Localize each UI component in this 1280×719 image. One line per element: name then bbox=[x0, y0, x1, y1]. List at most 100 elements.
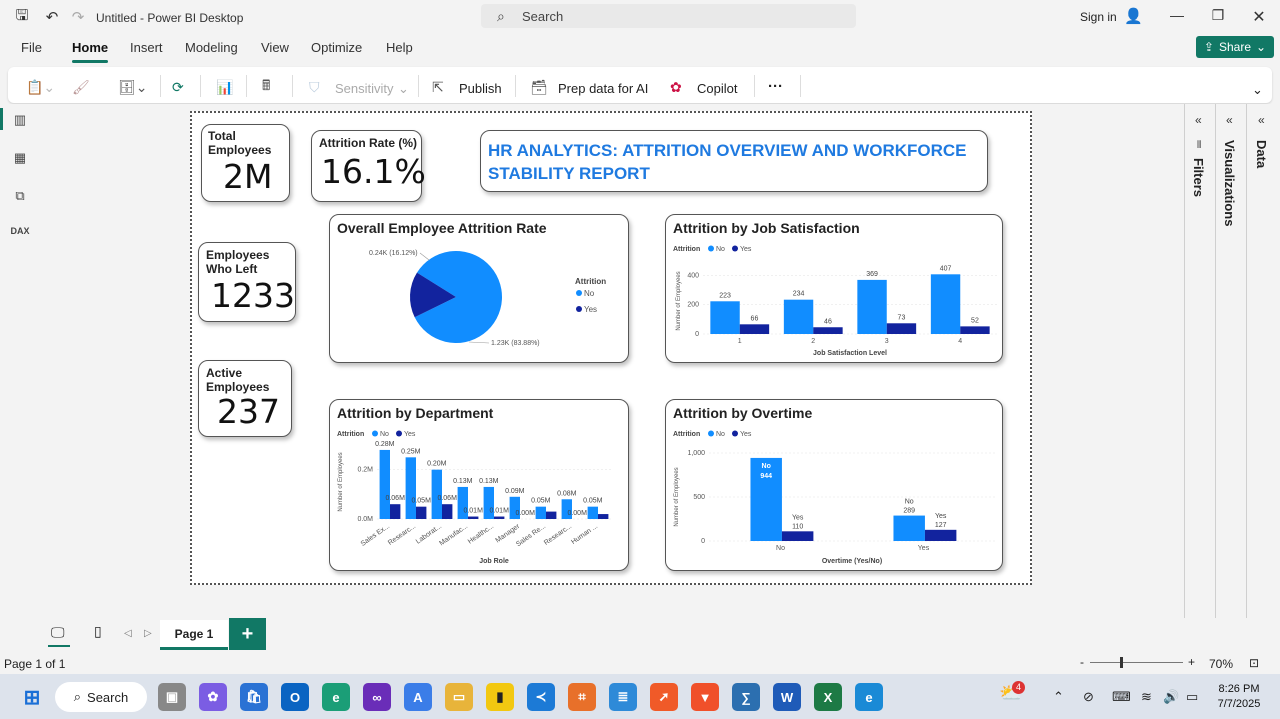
copilot-app-icon[interactable]: ✿ bbox=[199, 683, 227, 711]
ribbon-divider bbox=[292, 75, 293, 97]
report-view-icon[interactable]: ▥ bbox=[10, 112, 30, 132]
menu-modeling[interactable]: Modeling bbox=[185, 40, 238, 55]
store-icon[interactable]: 🛍 bbox=[240, 683, 268, 711]
network-off-icon[interactable]: ⊘ bbox=[1083, 689, 1094, 705]
model-view-icon[interactable]: ⧉ bbox=[10, 188, 30, 208]
undo-icon[interactable]: ↶ bbox=[42, 7, 62, 27]
new-visual-icon[interactable]: 📊 bbox=[216, 77, 233, 97]
clock[interactable]: 8:26 PM 7/7/2025 bbox=[1210, 682, 1268, 712]
table-view-icon[interactable]: ▦ bbox=[10, 150, 30, 170]
y-axis-label: Number of Employees bbox=[674, 467, 680, 526]
battery-icon[interactable]: ▭ bbox=[1186, 689, 1198, 705]
outlook-icon[interactable]: O bbox=[281, 683, 309, 711]
menu-view[interactable]: View bbox=[261, 40, 289, 55]
y-tick-label: 0 bbox=[695, 331, 699, 338]
redo-icon[interactable]: ↷ bbox=[68, 7, 88, 27]
bar bbox=[535, 506, 546, 519]
windows-start-icon[interactable]: ⊞ bbox=[18, 683, 46, 711]
ribbon-divider bbox=[418, 75, 419, 97]
excel-icon[interactable]: X bbox=[814, 683, 842, 711]
get-data-icon[interactable]: 🗄⌄ bbox=[118, 77, 148, 97]
menu-insert[interactable]: Insert bbox=[130, 40, 163, 55]
desktop-layout-icon[interactable]: 🖵 bbox=[51, 624, 65, 641]
restore-icon[interactable]: ❐ bbox=[1207, 7, 1229, 27]
visual-studio-icon[interactable]: ∞ bbox=[363, 683, 391, 711]
prep-data-icon[interactable]: 🗃 bbox=[530, 77, 548, 97]
publish-icon[interactable]: ⇱ bbox=[432, 77, 444, 97]
filter-icon: ⫴ bbox=[1197, 140, 1202, 151]
close-icon[interactable]: ✕ bbox=[1248, 7, 1270, 27]
x-tick-label: Sales Re... bbox=[515, 523, 547, 548]
vscode-icon[interactable]: ≺ bbox=[527, 683, 555, 711]
app-icon[interactable]: ∑ bbox=[732, 683, 760, 711]
prev-page-icon[interactable]: ◁ bbox=[124, 628, 132, 639]
add-page-button[interactable]: + bbox=[229, 618, 266, 650]
overtime-title: Attrition by Overtime bbox=[673, 405, 813, 421]
app-icon[interactable]: ⌗ bbox=[568, 683, 596, 711]
edge-icon[interactable]: e bbox=[322, 683, 350, 711]
kpi-attrition-value: 16.1% bbox=[321, 152, 426, 191]
minimize-icon[interactable]: — bbox=[1166, 7, 1188, 27]
word-icon[interactable]: W bbox=[773, 683, 801, 711]
edge-icon[interactable]: e bbox=[855, 683, 883, 711]
data-label: 289 bbox=[903, 508, 915, 515]
expand-filters-icon[interactable]: « bbox=[1195, 113, 1202, 127]
next-page-icon[interactable]: ▷ bbox=[144, 628, 152, 639]
copilot-icon[interactable]: ✿ bbox=[670, 77, 682, 97]
chevron-up-icon[interactable]: ⌃ bbox=[1053, 689, 1064, 705]
filters-pane-label[interactable]: Filters bbox=[1191, 158, 1206, 197]
brave-icon[interactable]: ▼ bbox=[691, 683, 719, 711]
menu-help[interactable]: Help bbox=[386, 40, 413, 55]
data-label: 0.13M bbox=[453, 478, 473, 485]
mobile-layout-icon[interactable]: ▯ bbox=[94, 623, 102, 640]
publish-button[interactable]: Publish bbox=[459, 81, 502, 96]
dax-view-icon[interactable]: DAX bbox=[10, 226, 30, 246]
page-tab[interactable]: Page 1 bbox=[160, 620, 228, 650]
data-label: 0.20M bbox=[427, 461, 447, 468]
data-label: 0.28M bbox=[375, 441, 395, 448]
file-explorer-icon[interactable]: ▭ bbox=[445, 683, 473, 711]
taskbar-search[interactable]: ⌕ Search bbox=[55, 682, 147, 712]
zoom-in-icon[interactable]: + bbox=[1188, 655, 1195, 669]
keyboard-icon[interactable]: ⌨ bbox=[1112, 689, 1131, 705]
view-switcher bbox=[0, 104, 40, 618]
task-view-icon[interactable]: ▣ bbox=[158, 683, 186, 711]
pie-data-label: 1.23K (83.88%) bbox=[491, 340, 540, 347]
copilot-button[interactable]: Copilot bbox=[697, 81, 737, 96]
postman-icon[interactable]: ➚ bbox=[650, 683, 678, 711]
format-painter-icon[interactable]: 🖌 bbox=[72, 77, 90, 97]
visualizations-pane-label[interactable]: Visualizations bbox=[1222, 140, 1237, 226]
volume-icon[interactable]: 🔊 bbox=[1163, 689, 1179, 705]
x-tick-label: 1 bbox=[738, 338, 742, 345]
data-label: 46 bbox=[824, 318, 832, 325]
sensitivity-icon[interactable]: ⛉ bbox=[309, 77, 320, 97]
save-icon[interactable]: 🖫 bbox=[12, 7, 32, 27]
menu-file[interactable]: File bbox=[21, 40, 42, 55]
zoom-slider-thumb[interactable] bbox=[1120, 657, 1123, 668]
menu-optimize[interactable]: Optimize bbox=[311, 40, 362, 55]
zoom-out-icon[interactable]: - bbox=[1080, 655, 1084, 669]
prep-data-button[interactable]: Prep data for AI bbox=[558, 81, 648, 96]
share-button[interactable]: ⇪ Share ⌄ bbox=[1196, 36, 1274, 58]
collapse-ribbon-icon[interactable]: ⌄ bbox=[1252, 82, 1263, 98]
calculator-icon[interactable]: 🖩 bbox=[262, 77, 270, 97]
expand-data-icon[interactable]: « bbox=[1258, 113, 1265, 127]
more-options-button[interactable]: ··· bbox=[768, 78, 783, 95]
paste-icon[interactable]: 📋⌄ bbox=[26, 77, 55, 97]
sign-in-link[interactable]: Sign in bbox=[1080, 10, 1117, 24]
expand-visualizations-icon[interactable]: « bbox=[1226, 113, 1233, 127]
user-icon[interactable]: 👤 bbox=[1124, 7, 1143, 25]
data-label: Yes bbox=[792, 514, 804, 521]
menu-home[interactable]: Home bbox=[72, 40, 108, 55]
power-bi-icon[interactable]: ▮ bbox=[486, 683, 514, 711]
data-label: 0.25M bbox=[401, 448, 421, 455]
refresh-icon[interactable]: ⟳ bbox=[172, 77, 184, 97]
fit-page-icon[interactable]: ⊡ bbox=[1249, 656, 1259, 670]
wifi-icon[interactable]: ≋ bbox=[1141, 689, 1152, 705]
data-pane-label[interactable]: Data bbox=[1254, 140, 1269, 168]
sensitivity-button[interactable]: Sensitivity bbox=[335, 81, 394, 96]
app-icon[interactable]: A bbox=[404, 683, 432, 711]
zoom-slider[interactable] bbox=[1090, 662, 1183, 663]
notepad-icon[interactable]: ≣ bbox=[609, 683, 637, 711]
x-axis-label: Job Satisfaction Level bbox=[813, 350, 887, 357]
